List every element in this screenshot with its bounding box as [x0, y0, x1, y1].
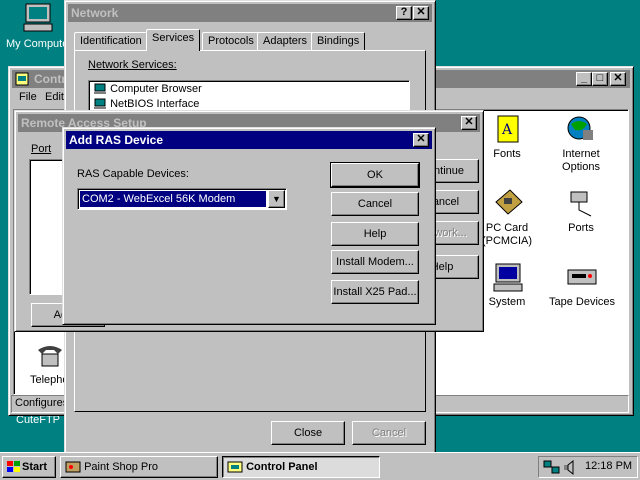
cancel-button[interactable]: Cancel — [331, 192, 419, 216]
add-ras-titlebar[interactable]: Add RAS Device ✕ — [66, 131, 432, 149]
help-button[interactable]: Help — [331, 222, 419, 246]
port-column-header: Port — [31, 143, 52, 155]
network-close-title-button[interactable]: ✕ — [413, 6, 429, 20]
my-computer-desktop-icon[interactable]: My Computer — [4, 2, 73, 54]
computer-small-icon — [94, 98, 106, 110]
tab-bindings[interactable]: Bindings — [311, 32, 366, 51]
install-x25-pad-button[interactable]: Install X25 Pad... — [331, 280, 419, 304]
system-icon — [493, 263, 523, 292]
ports-icon — [570, 191, 592, 217]
telephony-icon — [38, 346, 62, 367]
add-ras-close-button[interactable]: ✕ — [413, 133, 429, 147]
chevron-down-icon[interactable]: ▼ — [268, 190, 285, 208]
task-control-panel[interactable]: Control Panel — [222, 456, 380, 478]
pc-card-icon — [495, 189, 523, 215]
tab-adapters[interactable]: Adapters — [257, 32, 314, 51]
control-panel-small-icon — [227, 461, 243, 473]
ok-button[interactable]: OK — [330, 162, 420, 188]
list-item[interactable]: NetBIOS Interface — [93, 98, 199, 110]
network-title: Network — [71, 6, 119, 20]
add-ras-device-dialog: Add RAS Device ✕ RAS Capable Devices: CO… — [62, 127, 436, 325]
list-item[interactable]: Computer Browser — [93, 83, 202, 95]
close-button[interactable]: ✕ — [610, 72, 626, 86]
network-cancel-button[interactable]: Cancel — [352, 421, 426, 445]
tape-devices-icon — [567, 269, 597, 285]
fonts-icon: A — [497, 115, 519, 143]
paint-shop-pro-icon — [65, 461, 81, 473]
tab-services[interactable]: Services — [146, 29, 201, 51]
computer-small-icon — [94, 83, 106, 95]
ras-device-select[interactable]: COM2 - WebExcel 56K Modem ▼ — [77, 188, 287, 210]
ras-devices-label: RAS Capable Devices: — [77, 168, 189, 180]
menu-file[interactable]: File — [19, 91, 37, 103]
internet-options-icon — [567, 116, 593, 140]
system-tray: 12:18 PM — [538, 456, 638, 478]
computer-icon — [23, 3, 53, 32]
install-modem-button[interactable]: Install Modem... — [331, 250, 419, 274]
network-close-button[interactable]: Close — [271, 421, 345, 445]
network-tray-icon[interactable] — [543, 459, 561, 475]
volume-tray-icon[interactable] — [563, 460, 577, 476]
ras-setup-close-button[interactable]: ✕ — [461, 116, 477, 130]
cp-item-ports[interactable]: Ports — [546, 188, 616, 248]
help-title-button[interactable]: ? — [396, 6, 412, 20]
task-paint-shop-pro[interactable]: Paint Shop Pro — [60, 456, 218, 478]
menu-edit[interactable]: Edit — [45, 91, 64, 103]
taskbar: Start Paint Shop Pro Control Panel 12:18… — [0, 452, 640, 480]
clock[interactable]: 12:18 PM — [585, 460, 632, 472]
network-services-list[interactable]: Computer Browser NetBIOS Interface — [88, 80, 410, 114]
tab-protocols[interactable]: Protocols — [202, 32, 260, 51]
svg-text:A: A — [501, 122, 513, 138]
control-panel-icon — [15, 72, 29, 86]
minimize-button[interactable]: _ — [576, 72, 592, 86]
network-services-label: Network Services: — [88, 59, 177, 71]
start-button[interactable]: Start — [2, 456, 56, 478]
ras-device-selected: COM2 - WebExcel 56K Modem — [80, 191, 266, 207]
tab-identification[interactable]: Identification — [74, 32, 148, 51]
cp-item-tape-devices[interactable]: Tape Devices — [546, 262, 618, 312]
my-computer-label: My Computer — [6, 38, 73, 50]
network-titlebar[interactable]: Network ? ✕ — [68, 4, 432, 22]
cp-item-internet-options[interactable]: Internet Options — [546, 112, 616, 173]
add-ras-title: Add RAS Device — [69, 133, 164, 147]
windows-logo-icon — [7, 461, 20, 473]
maximize-button[interactable]: □ — [592, 72, 608, 86]
